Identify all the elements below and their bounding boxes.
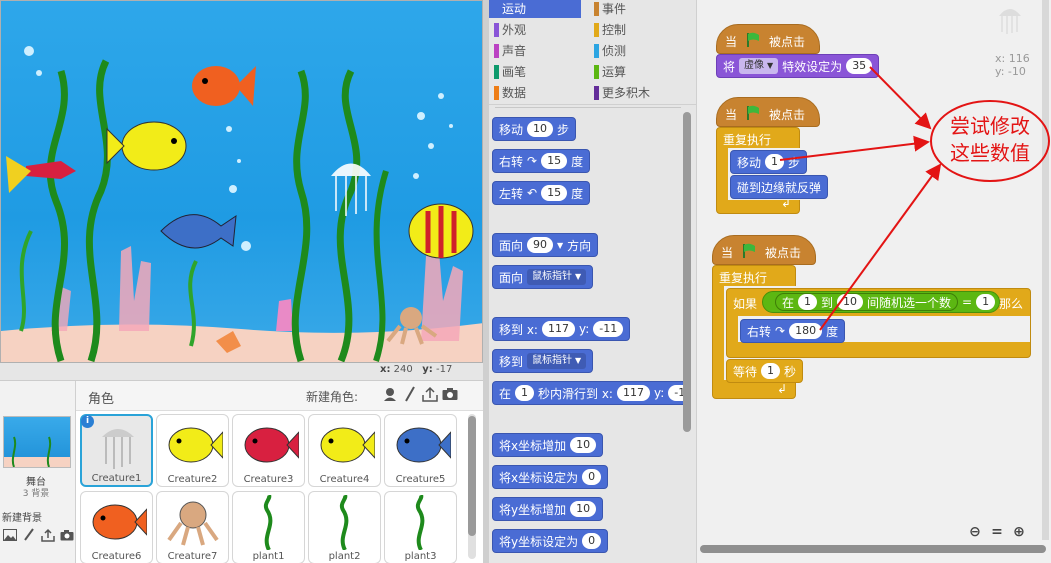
point-towards-block[interactable]: 面向 鼠标指针 ▼	[492, 265, 594, 289]
sprite-tile[interactable]: Creature5	[384, 414, 457, 487]
go-to-xy-block[interactable]: 移到 x: 117 y: -11	[492, 317, 631, 341]
script-horizontal-scrollbar[interactable]	[700, 545, 1046, 553]
green-flag-icon	[745, 32, 761, 51]
camera-icon[interactable]	[59, 527, 75, 543]
sprite-tile[interactable]: plant3	[384, 491, 457, 563]
sprite-label: Creature4	[319, 474, 370, 485]
green-flag-icon	[745, 105, 761, 124]
category-6[interactable]: 画笔	[489, 63, 581, 81]
sprite-label: plant3	[404, 551, 437, 562]
change-x-block[interactable]: 将x坐标增加 10	[492, 433, 604, 457]
sprite-tile[interactable]: Creature7	[156, 491, 229, 563]
sprite-tile[interactable]: plant2	[308, 491, 381, 563]
sprite-pane: 舞台 3 背景 新建背景 角色 新建角色: Creature1 i Creature…	[0, 380, 483, 563]
sprite-label: plant2	[328, 551, 361, 562]
turn-right-block[interactable]: 右转 ↷ 15 度	[492, 149, 591, 173]
sprite-tile[interactable]: Creature1 i	[80, 414, 153, 487]
dropdown-arrow-icon: ▼	[767, 61, 774, 70]
paint-sprite-icon[interactable]	[402, 386, 418, 402]
wait-block[interactable]: 等待 1 秒	[726, 359, 804, 383]
green-flag-icon	[741, 243, 757, 262]
category-1[interactable]: 事件	[589, 0, 681, 18]
when-flag-clicked-hat[interactable]: 当 被点击	[716, 24, 820, 54]
zoom-reset-icon[interactable]: =	[988, 523, 1006, 541]
when-flag-clicked-hat[interactable]: 当 被点击	[716, 97, 820, 127]
backdrop-library-icon[interactable]	[2, 527, 18, 543]
category-5[interactable]: 侦测	[589, 42, 681, 60]
dropdown-arrow-icon: ▼	[575, 272, 582, 281]
sprite-header: 角色 新建角色:	[76, 381, 483, 411]
sprite-list-scrollbar[interactable]	[468, 414, 476, 559]
sprite-tile[interactable]: plant1	[232, 491, 305, 563]
stage-selector[interactable]: 舞台 3 背景 新建背景	[0, 381, 76, 563]
new-backdrop-label: 新建背景	[2, 513, 42, 524]
palette-scrollbar[interactable]	[683, 112, 691, 432]
category-9[interactable]: 更多积木	[589, 84, 681, 102]
set-y-block[interactable]: 将y坐标设定为 0	[492, 529, 609, 553]
set-effect-block[interactable]: 将虚像 ▼ 特效设定为 35	[716, 54, 880, 78]
category-7[interactable]: 运算	[589, 63, 681, 81]
block-categories: 运动 事件 外观 控制 声音 侦测 画笔 运算 数据 更多积木	[489, 0, 689, 104]
dropdown-arrow-icon: ▼	[575, 356, 582, 365]
upload-icon[interactable]	[40, 527, 56, 543]
sprite-label: Creature1	[91, 473, 142, 484]
pick-random-block[interactable]: 在 1 到 10 间随机选一个数	[775, 293, 959, 311]
rotate-right-icon: ↷	[775, 324, 786, 338]
new-sprite-label: 新建角色:	[306, 390, 359, 404]
turn-left-block[interactable]: 左转 ↶ 15 度	[492, 181, 591, 205]
set-x-block[interactable]: 将x坐标设定为 0	[492, 465, 609, 489]
category-8[interactable]: 数据	[489, 84, 581, 102]
sprite-tile[interactable]: Creature6	[80, 491, 153, 563]
go-to-block[interactable]: 移到 鼠标指针 ▼	[492, 349, 594, 373]
backdrop-count: 3 背景	[22, 489, 50, 499]
when-flag-clicked-hat[interactable]: 当 被点击	[712, 235, 816, 265]
glide-block[interactable]: 在1秒内滑行到 x:117y:-11	[492, 381, 690, 405]
sprite-label: Creature6	[91, 551, 142, 562]
script-vertical-scrollbar[interactable]	[1042, 0, 1049, 540]
aquarium-scene	[1, 46, 482, 362]
sprite-ghost-preview	[996, 6, 1024, 36]
stage[interactable]	[0, 0, 483, 363]
point-direction-block[interactable]: 面向 90 ▼ 方向	[492, 233, 599, 257]
move-steps-block[interactable]: 移动 10 步	[492, 117, 577, 141]
camera-sprite-icon[interactable]	[442, 386, 458, 402]
dropdown-arrow-icon: ▼	[557, 240, 564, 250]
category-4[interactable]: 声音	[489, 42, 581, 60]
category-2[interactable]: 外观	[489, 21, 581, 39]
zoom-out-icon[interactable]: ⊖	[966, 523, 984, 541]
paint-brush-icon[interactable]	[21, 527, 37, 543]
sprite-label: plant1	[252, 551, 285, 562]
sprite-label: Creature2	[167, 474, 218, 485]
sprite-library-icon[interactable]	[382, 386, 398, 402]
rotate-left-icon: ↶	[527, 186, 538, 200]
sprite-position-readout: x: 116 y: -10	[995, 52, 1030, 78]
upload-sprite-icon[interactable]	[422, 386, 438, 402]
palette-divider	[495, 107, 681, 108]
goldfish	[192, 66, 256, 106]
sprite-tile[interactable]: Creature3	[232, 414, 305, 487]
bounce-on-edge-block[interactable]: 碰到边缘就反弹	[730, 175, 829, 199]
stage-thumbnail[interactable]	[3, 416, 71, 468]
move-steps-block[interactable]: 移动 1 步	[730, 150, 808, 174]
sprite-tile[interactable]: Creature2	[156, 414, 229, 487]
info-icon[interactable]: i	[81, 415, 94, 428]
zoom-in-icon[interactable]: ⊕	[1010, 523, 1028, 541]
loop-arrow-icon: ↲	[777, 382, 788, 396]
sprite-label: Creature7	[167, 551, 218, 562]
sprite-label: Creature5	[395, 474, 446, 485]
turn-right-block[interactable]: 右转 ↷ 180 度	[740, 319, 846, 343]
mouse-coordinates: x: 240 y: -17	[380, 364, 453, 375]
annotation-callout: 尝试修改 这些数值	[930, 100, 1050, 182]
rotate-right-icon: ↷	[527, 154, 538, 168]
sprite-label: Creature3	[243, 474, 294, 485]
category-0[interactable]: 运动	[489, 0, 581, 18]
category-3[interactable]: 控制	[589, 21, 681, 39]
scratch-editor: x: 240 y: -17 舞台 3 背景 新建背景 角色 新建角色: Crea…	[0, 0, 1051, 563]
equals-operator-block[interactable]: 在 1 到 10 间随机选一个数 = 1	[762, 291, 1001, 313]
sprite-list: Creature1 i Creature2 Creature3 Creature4 Cre…	[80, 414, 464, 563]
sprites-title: 角色	[88, 392, 115, 407]
sprite-tile[interactable]: Creature4	[308, 414, 381, 487]
zoom-controls: ⊖ = ⊕	[966, 523, 1028, 541]
change-y-block[interactable]: 将y坐标增加 10	[492, 497, 604, 521]
